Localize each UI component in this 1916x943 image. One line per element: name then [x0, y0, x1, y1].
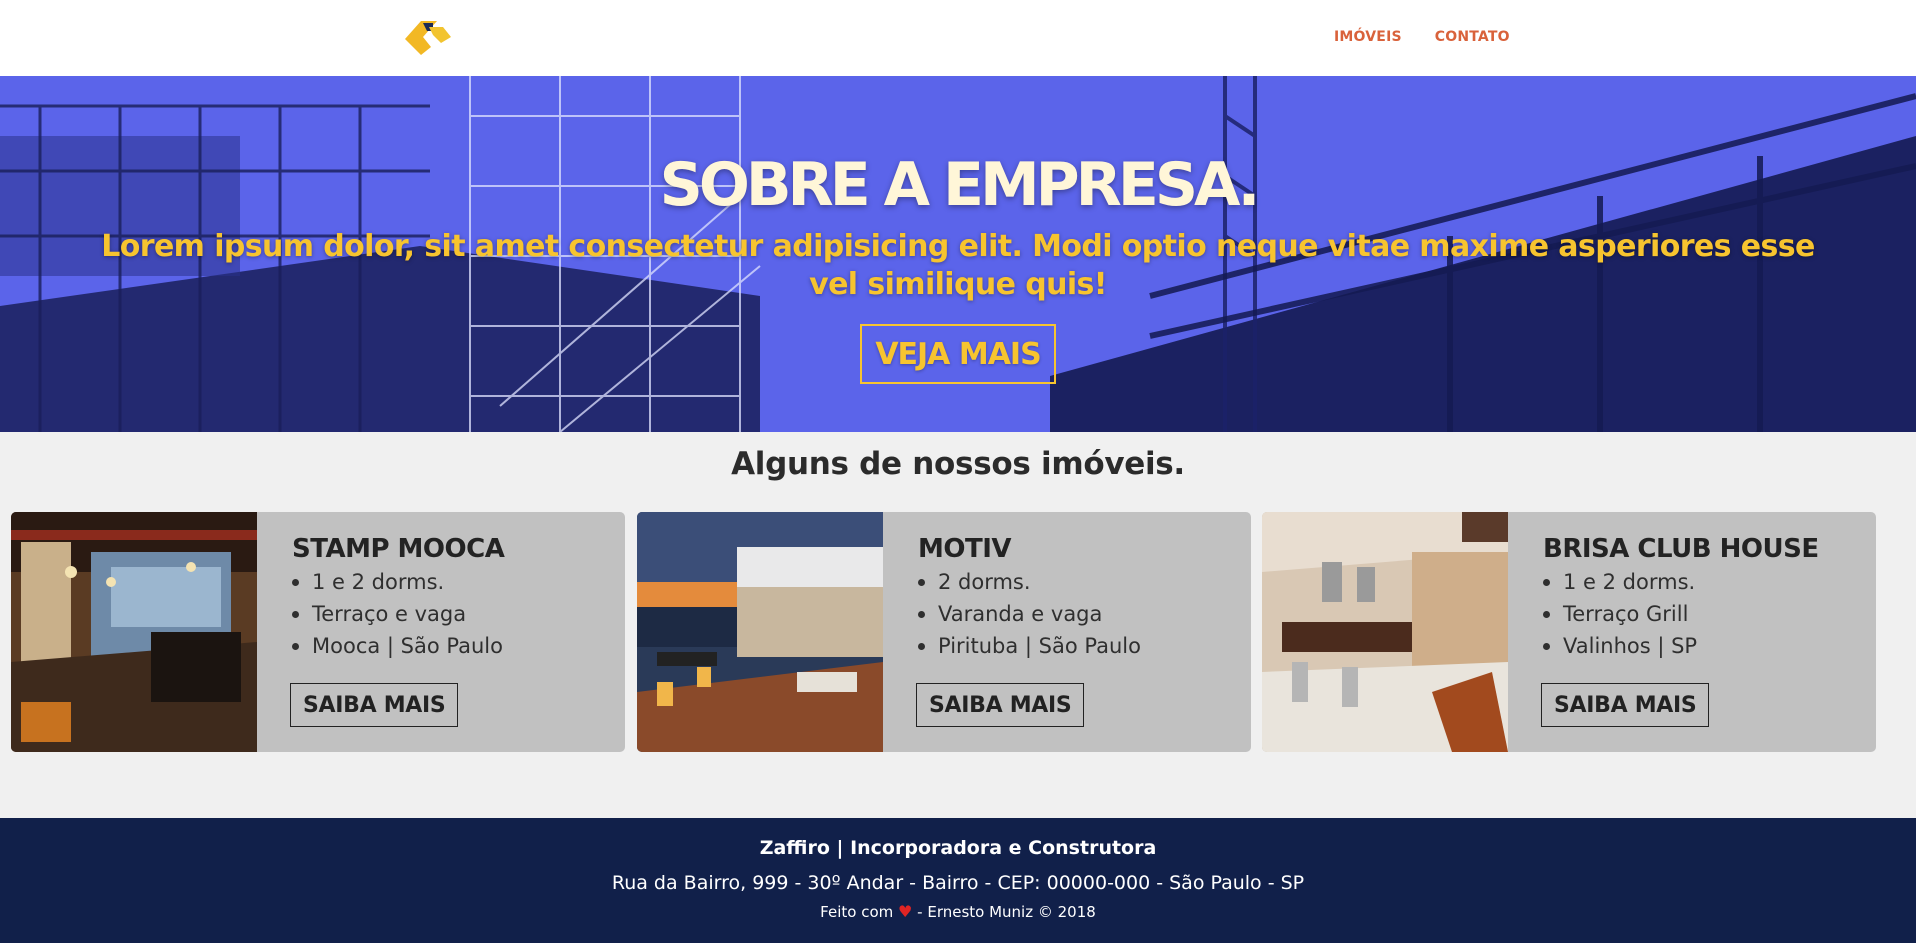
site-footer: Zaffiro | Incorporadora e Construtora Ru…	[0, 818, 1916, 943]
feature-item: Valinhos | SP	[1543, 630, 1697, 662]
saiba-mais-button[interactable]: SAIBA MAIS	[916, 683, 1085, 727]
feature-item: 2 dorms.	[918, 566, 1141, 598]
hero-subtitle: Lorem ipsum dolor, sit amet consectetur …	[101, 229, 1815, 302]
heart-icon: ♥	[898, 902, 913, 921]
main-nav: IMÓVEIS CONTATO	[1334, 29, 1510, 45]
feature-item: 1 e 2 dorms.	[1543, 566, 1697, 598]
logo-icon[interactable]	[403, 17, 453, 57]
saiba-mais-button[interactable]: SAIBA MAIS	[290, 683, 459, 727]
property-card: STAMP MOOCA 1 e 2 dorms. Terraço e vaga …	[11, 512, 625, 752]
property-photo[interactable]	[1262, 512, 1508, 752]
hero-title: SOBRE A EMPRESA.	[659, 150, 1261, 220]
feature-item: Terraço e vaga	[292, 598, 503, 630]
hero-banner: SOBRE A EMPRESA. Lorem ipsum dolor, sit …	[0, 76, 1916, 432]
veja-mais-button[interactable]: VEJA MAIS	[860, 324, 1056, 384]
nav-link-contato[interactable]: CONTATO	[1435, 29, 1510, 45]
feature-item: Pirituba | São Paulo	[918, 630, 1141, 662]
property-features: 2 dorms. Varanda e vaga Pirituba | São P…	[918, 566, 1141, 662]
feature-item: Terraço Grill	[1543, 598, 1697, 630]
saiba-mais-button[interactable]: SAIBA MAIS	[1541, 683, 1710, 727]
property-name: BRISA CLUB HOUSE	[1543, 534, 1819, 564]
footer-credit-line: Feito com ♥ - Ernesto Muniz © 2018	[0, 902, 1916, 921]
site-header: IMÓVEIS CONTATO	[0, 0, 1916, 76]
property-card: BRISA CLUB HOUSE 1 e 2 dorms. Terraço Gr…	[1262, 512, 1876, 752]
footer-address: Rua da Bairro, 999 - 30º Andar - Bairro …	[611, 872, 1305, 894]
property-name: MOTIV	[918, 534, 1012, 564]
property-features: 1 e 2 dorms. Terraço e vaga Mooca | São …	[292, 566, 503, 662]
footer-company: Zaffiro | Incorporadora e Construtora	[759, 837, 1157, 859]
feature-item: 1 e 2 dorms.	[292, 566, 503, 598]
section-title: Alguns de nossos imóveis.	[731, 446, 1185, 482]
property-card: MOTIV 2 dorms. Varanda e vaga Pirituba |…	[637, 512, 1251, 752]
feature-item: Mooca | São Paulo	[292, 630, 503, 662]
property-photo[interactable]	[637, 512, 883, 752]
property-photo[interactable]	[11, 512, 257, 752]
property-name: STAMP MOOCA	[292, 534, 505, 564]
property-features: 1 e 2 dorms. Terraço Grill Valinhos | SP	[1543, 566, 1697, 662]
nav-link-imoveis[interactable]: IMÓVEIS	[1334, 29, 1402, 45]
footer-made-with: Feito com	[820, 903, 894, 921]
footer-credit: - Ernesto Muniz © 2018	[917, 903, 1096, 921]
feature-item: Varanda e vaga	[918, 598, 1141, 630]
